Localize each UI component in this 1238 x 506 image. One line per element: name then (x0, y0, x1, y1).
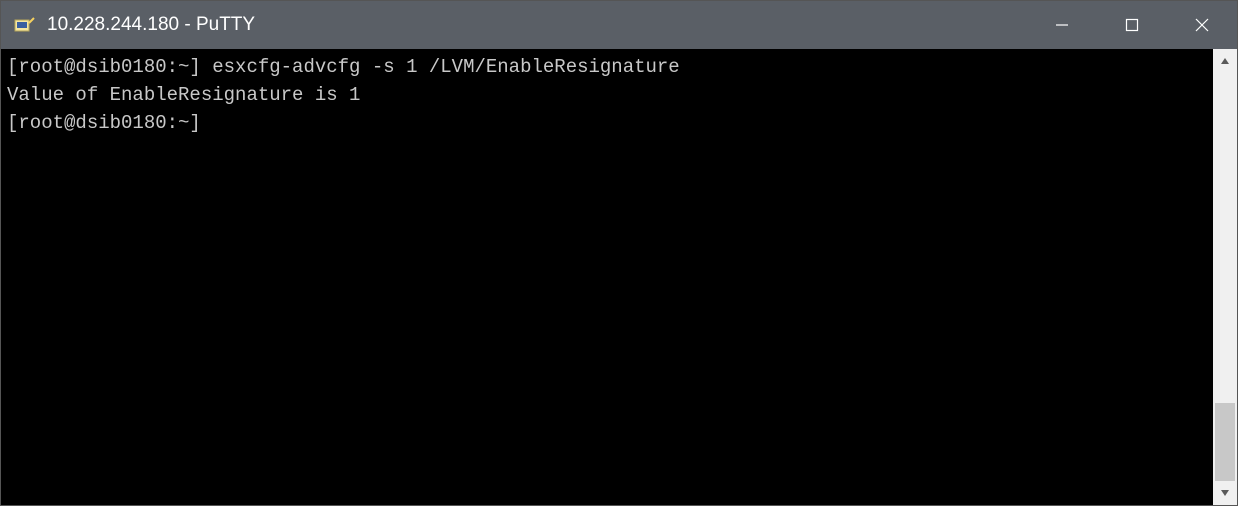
maximize-button[interactable] (1097, 1, 1167, 49)
vertical-scrollbar[interactable] (1213, 49, 1237, 505)
close-button[interactable] (1167, 1, 1237, 49)
putty-window: 10.228.244.180 - PuTTY [root@dsib0180:~]… (0, 0, 1238, 506)
minimize-button[interactable] (1027, 1, 1097, 49)
scroll-thumb[interactable] (1215, 403, 1235, 481)
putty-icon (13, 14, 35, 36)
scroll-down-button[interactable] (1213, 481, 1237, 505)
scroll-up-button[interactable] (1213, 49, 1237, 73)
scroll-track[interactable] (1213, 73, 1237, 481)
terminal-line: Value of EnableResignature is 1 (7, 81, 1207, 109)
terminal-line: [root@dsib0180:~] esxcfg-advcfg -s 1 /LV… (7, 53, 1207, 81)
window-controls (1027, 1, 1237, 49)
terminal-line: [root@dsib0180:~] (7, 109, 1207, 137)
client-area: [root@dsib0180:~] esxcfg-advcfg -s 1 /LV… (1, 49, 1237, 505)
terminal-output[interactable]: [root@dsib0180:~] esxcfg-advcfg -s 1 /LV… (1, 49, 1213, 505)
titlebar[interactable]: 10.228.244.180 - PuTTY (1, 1, 1237, 49)
window-title: 10.228.244.180 - PuTTY (47, 14, 255, 36)
